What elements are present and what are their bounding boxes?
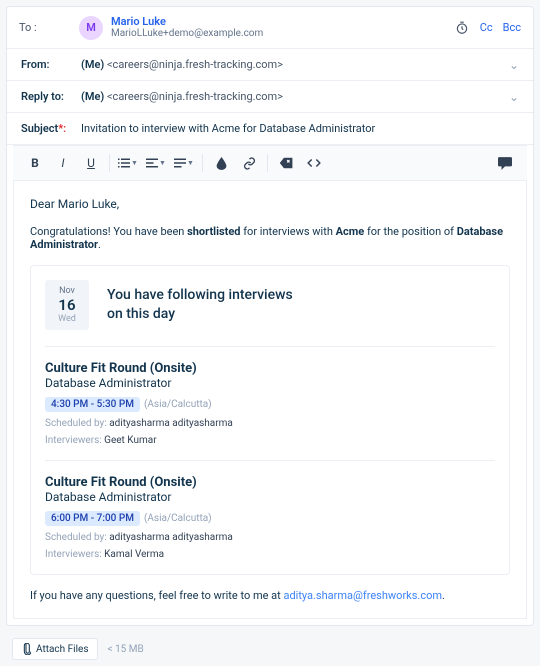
reply-to-field[interactable]: Reply to: (Me) <careers@ninja.fresh-trac… [7, 81, 533, 113]
time-badge: 4:30 PM - 5:30 PM [45, 397, 140, 412]
chevron-down-icon[interactable]: ⌄ [509, 90, 519, 104]
cc-button[interactable]: Cc [480, 21, 493, 34]
time-badge: 6:00 PM - 7:00 PM [45, 511, 140, 526]
to-label: To : [19, 21, 79, 34]
comment-button[interactable] [493, 152, 517, 174]
interview-item: Culture Fit Round (Onsite) Database Admi… [45, 361, 495, 461]
attach-files-button[interactable]: Attach Files [12, 638, 98, 660]
interview-item: Culture Fit Round (Onsite) Database Admi… [45, 475, 495, 560]
footer-text: If you have any questions, feel free to … [30, 589, 510, 602]
attach-row: Attach Files < 15 MB [0, 632, 540, 666]
align-button[interactable]: ▼ [144, 152, 168, 174]
timer-icon[interactable] [454, 20, 470, 36]
interview-card: Nov 16 Wed You have following interviews… [30, 265, 510, 575]
color-button[interactable] [209, 152, 233, 174]
recipient-email: MarioLLuke+demo@example.com [111, 28, 263, 40]
recipient-chip[interactable]: M Mario Luke MarioLLuke+demo@example.com [79, 15, 454, 40]
underline-button[interactable]: U [79, 152, 103, 174]
italic-button[interactable]: I [51, 152, 75, 174]
format-button[interactable]: ▼ [172, 152, 196, 174]
contact-link[interactable]: aditya.sharma@freshworks.com [283, 589, 442, 602]
greeting: Dear Mario Luke, [30, 197, 510, 211]
bold-button[interactable]: B [23, 152, 47, 174]
code-button[interactable] [302, 152, 326, 174]
separator [202, 154, 203, 172]
avatar: M [79, 16, 103, 40]
subject-value: Invitation to interview with Acme for Da… [81, 122, 375, 135]
email-body[interactable]: Dear Mario Luke, Congratulations! You ha… [13, 181, 527, 619]
compose-panel: To : M Mario Luke MarioLLuke+demo@exampl… [6, 6, 534, 626]
link-button[interactable] [237, 152, 261, 174]
list-button[interactable]: ▼ [116, 152, 140, 174]
from-label: From: [21, 58, 81, 71]
editor-toolbar: B I U ▼ ▼ ▼ [13, 145, 527, 181]
chevron-down-icon[interactable]: ⌄ [509, 58, 519, 72]
to-field[interactable]: To : M Mario Luke MarioLLuke+demo@exampl… [7, 7, 533, 49]
separator [109, 154, 110, 172]
reply-to-label: Reply to: [21, 90, 81, 103]
bcc-button[interactable]: Bcc [503, 21, 521, 34]
recipient-name: Mario Luke [111, 15, 263, 28]
attach-hint: < 15 MB [108, 644, 144, 655]
date-badge: Nov 16 Wed [45, 280, 89, 330]
clear-format-button[interactable] [274, 152, 298, 174]
card-headline: You have following interviews on this da… [107, 286, 293, 325]
from-field[interactable]: From: (Me) <careers@ninja.fresh-tracking… [7, 49, 533, 81]
intro-text: Congratulations! You have been shortlist… [30, 225, 510, 251]
subject-label: Subject*: [21, 122, 81, 135]
paperclip-icon [21, 643, 31, 655]
separator [267, 154, 268, 172]
subject-field[interactable]: Subject*: Invitation to interview with A… [7, 113, 533, 145]
